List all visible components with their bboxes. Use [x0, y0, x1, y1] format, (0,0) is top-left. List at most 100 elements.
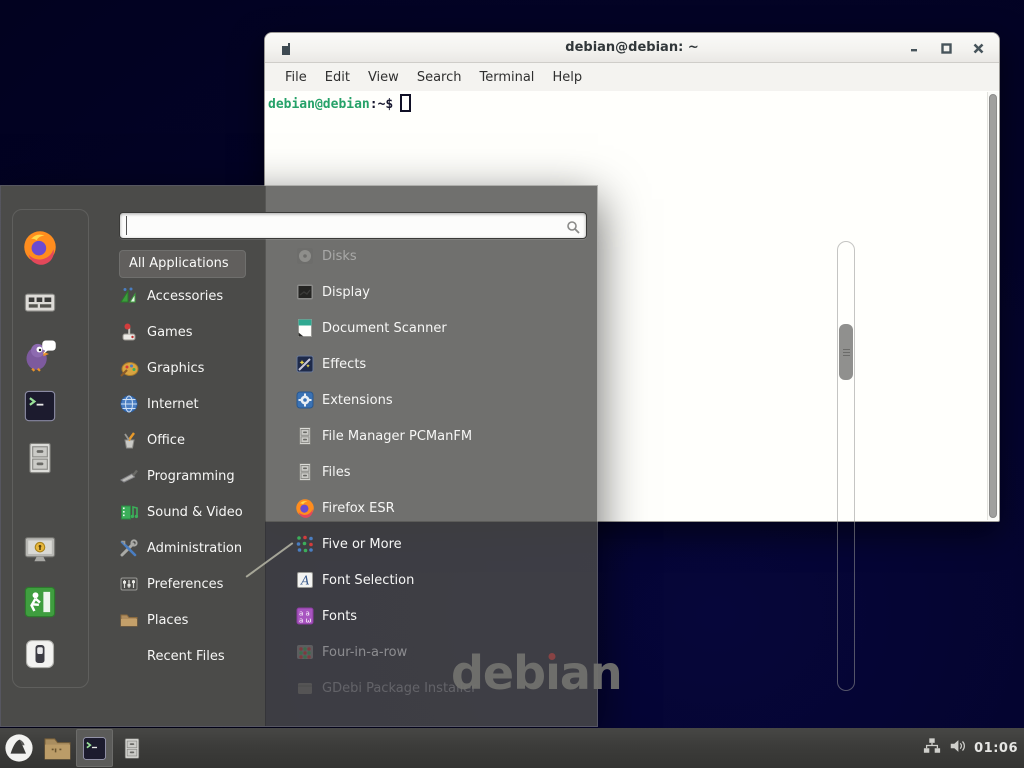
menu-scrollbar[interactable] — [837, 241, 855, 691]
taskbar: 01:06 — [0, 728, 1024, 768]
app-gdebi[interactable]: GDebi Package Installer — [295, 670, 565, 706]
extensions-icon — [295, 390, 315, 410]
network-tray-icon[interactable] — [923, 737, 941, 759]
category-administration[interactable]: Administration — [119, 530, 265, 566]
app-label: File Manager PCManFM — [322, 429, 472, 444]
fonts-icon: a a a ω — [295, 606, 315, 626]
sidebar-item-pidgin[interactable] — [22, 336, 58, 372]
category-places[interactable]: Places — [119, 602, 265, 638]
category-internet[interactable]: Internet — [119, 386, 265, 422]
category-sound-video[interactable]: Sound & Video — [119, 494, 265, 530]
app-extensions[interactable]: Extensions — [295, 382, 565, 418]
sidebar-item-firefox[interactable] — [22, 229, 58, 265]
app-fonts[interactable]: a a a ω Fonts — [295, 598, 565, 634]
disks-icon — [295, 246, 315, 266]
terminal-menubar: File Edit View Search Terminal Help — [265, 63, 999, 91]
app-label: Four-in-a-row — [322, 645, 407, 660]
taskbar-clock[interactable]: 01:06 — [974, 741, 1018, 756]
minimize-button[interactable] — [908, 42, 921, 55]
category-label: Sound & Video — [147, 505, 243, 520]
category-preferences[interactable]: Preferences — [119, 566, 265, 602]
sidebar-item-keyboard[interactable] — [22, 284, 58, 320]
app-effects[interactable]: Effects — [295, 346, 565, 382]
graphics-icon — [119, 358, 139, 378]
sidebar-item-file-manager[interactable] — [22, 440, 58, 476]
app-document-scanner[interactable]: Document Scanner — [295, 310, 565, 346]
menu-view[interactable]: View — [359, 70, 408, 85]
category-label: Places — [147, 613, 188, 628]
terminal-scrollbar[interactable] — [987, 92, 998, 520]
sidebar-item-shutdown[interactable] — [22, 636, 58, 672]
window-title: debian@debian: ~ — [265, 40, 999, 55]
menu-logo-icon — [4, 733, 34, 763]
sidebar-item-logout[interactable] — [22, 584, 58, 620]
pidgin-icon — [22, 336, 58, 372]
sidebar-item-lock-screen[interactable] — [22, 532, 58, 568]
app-label: Effects — [322, 357, 366, 372]
four-in-a-row-icon — [295, 642, 315, 662]
font-selection-icon: A — [295, 570, 315, 590]
category-programming[interactable]: Programming — [119, 458, 265, 494]
logout-icon — [22, 584, 58, 620]
places-icon — [119, 610, 139, 630]
app-firefox-esr[interactable]: Firefox ESR — [295, 490, 565, 526]
internet-icon — [119, 394, 139, 414]
prompt-suffix: :~$ — [370, 97, 393, 112]
app-file-manager-pcmanfm[interactable]: File Manager PCManFM — [295, 418, 565, 454]
lock-screen-icon — [22, 532, 58, 568]
category-office[interactable]: Office — [119, 422, 265, 458]
app-font-selection[interactable]: A Font Selection — [295, 562, 565, 598]
app-five-or-more[interactable]: Five or More — [295, 526, 565, 562]
accessories-icon — [119, 286, 139, 306]
taskbar-file-manager-button[interactable] — [38, 729, 76, 767]
games-icon — [119, 322, 139, 342]
terminal-app-icon — [81, 735, 108, 762]
app-label: GDebi Package Installer — [322, 681, 477, 696]
category-recent-files[interactable]: Recent Files — [119, 638, 265, 674]
category-all-applications[interactable]: All Applications — [119, 250, 246, 278]
sound-video-icon — [119, 502, 139, 522]
firefox-icon — [22, 229, 58, 265]
maximize-button[interactable] — [940, 42, 953, 55]
category-label: Preferences — [147, 577, 223, 592]
menu-search[interactable]: Search — [408, 70, 471, 85]
category-label: Office — [147, 433, 185, 448]
prompt-user-host: debian@debian — [268, 97, 370, 112]
shell-prompt: debian@debian:~$ — [268, 94, 411, 115]
menu-help[interactable]: Help — [543, 70, 591, 85]
search-icon — [566, 219, 580, 233]
keyboard-icon — [22, 284, 58, 320]
category-games[interactable]: Games — [119, 314, 265, 350]
administration-icon — [119, 538, 139, 558]
file-cabinet-icon — [295, 426, 315, 446]
category-graphics[interactable]: Graphics — [119, 350, 265, 386]
terminal-titlebar[interactable]: debian@debian: ~ — [265, 33, 999, 63]
applications-menu: All Applications Accessories — [0, 185, 598, 727]
category-accessories[interactable]: Accessories — [119, 278, 265, 314]
category-label: Graphics — [147, 361, 204, 376]
app-display[interactable]: Display — [295, 274, 565, 310]
app-disks[interactable]: Disks — [295, 238, 565, 274]
sidebar-item-terminal[interactable] — [22, 388, 58, 424]
search-input[interactable] — [126, 216, 556, 235]
app-files[interactable]: Files — [295, 454, 565, 490]
category-label: Internet — [147, 397, 199, 412]
app-four-in-a-row[interactable]: Four-in-a-row — [295, 634, 565, 670]
taskbar-menu-button[interactable] — [0, 729, 38, 767]
terminal-app-icon — [22, 388, 58, 424]
terminal-scrollbar-thumb[interactable] — [989, 94, 997, 518]
display-icon — [295, 282, 315, 302]
menu-terminal[interactable]: Terminal — [470, 70, 543, 85]
close-button[interactable] — [972, 42, 985, 55]
menu-edit[interactable]: Edit — [316, 70, 359, 85]
app-label: Document Scanner — [322, 321, 447, 336]
menu-scrollbar-thumb[interactable] — [839, 324, 853, 380]
volume-tray-icon[interactable] — [948, 737, 967, 759]
category-label: Games — [147, 325, 192, 340]
app-label: Extensions — [322, 393, 393, 408]
taskbar-files-button[interactable] — [113, 729, 151, 767]
office-icon — [119, 430, 139, 450]
menu-file[interactable]: File — [276, 70, 316, 85]
terminal-cursor — [400, 94, 411, 112]
taskbar-terminal-button[interactable] — [76, 729, 113, 767]
